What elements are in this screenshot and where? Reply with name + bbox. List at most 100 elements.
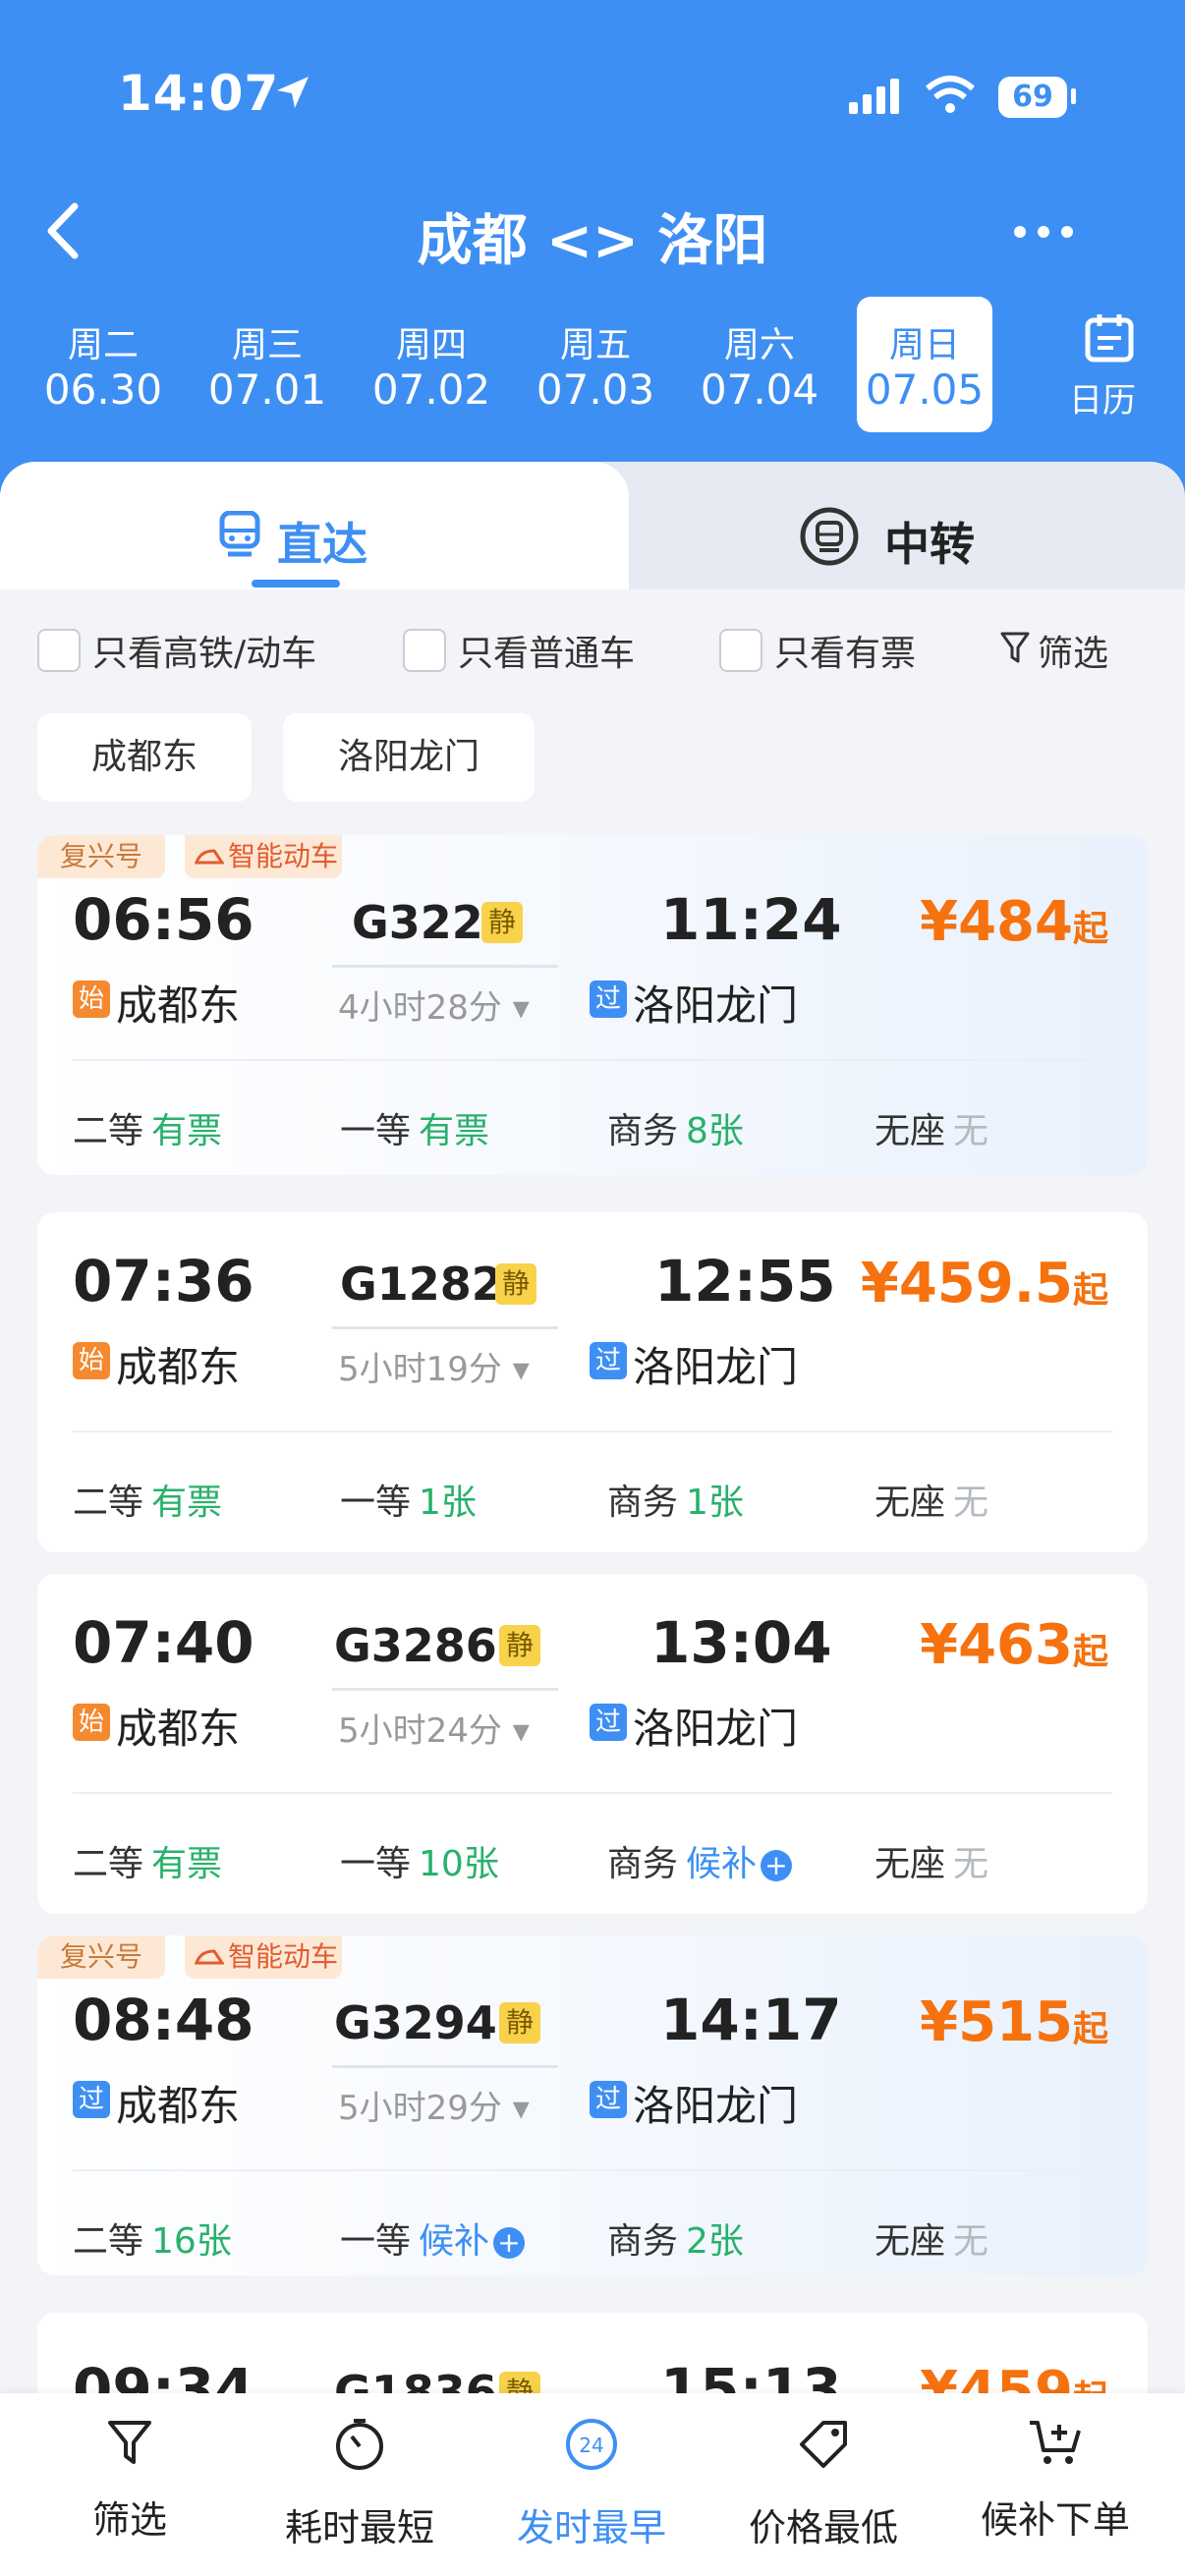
bottom-shortest-label: 耗时最短 [284, 2506, 434, 2549]
checkbox-hsr-label[interactable]: 只看高铁/动车 [92, 625, 316, 676]
seat-standing: 无座无 [875, 1111, 989, 1151]
seat-business: 商务 8张 [607, 1111, 744, 1151]
from-station: 成都东 [116, 1705, 241, 1753]
bottom-waitlist-button[interactable]: 候补下单 [947, 2411, 1163, 2542]
from-station: 成都东 [116, 2082, 241, 2130]
date-weekday: 周六 [723, 325, 795, 365]
date-item[interactable]: 周二 06.30 [35, 297, 171, 432]
to-station: 洛阳龙门 [633, 1705, 799, 1753]
tab-transfer[interactable]: 中转 [884, 509, 975, 574]
bottom-filter-label: 筛选 [91, 2498, 167, 2542]
duration-line [332, 1326, 558, 1329]
seat-standing: 无座无 [875, 1844, 989, 1884]
bottom-shortest-button[interactable]: 耗时最短 [252, 2411, 468, 2549]
filter-link[interactable]: 筛选 [1038, 625, 1108, 676]
bottom-waitlist-label: 候补下单 [980, 2498, 1130, 2542]
date-value: 06.30 [43, 365, 163, 414]
duration: 5小时24分 ▾ [338, 1711, 530, 1751]
stopwatch-icon [336, 2419, 383, 2470]
from-station: 成都东 [116, 1343, 241, 1391]
signal-icon [849, 79, 899, 114]
date-item-selected[interactable]: 周日 07.05 [857, 297, 992, 432]
wifi-icon [926, 76, 975, 113]
smart-emu-label: 智能动车 [228, 1940, 339, 1973]
emu-icon [195, 849, 224, 865]
duration-line [332, 965, 558, 968]
checkbox-available-label[interactable]: 只看有票 [774, 625, 916, 676]
checkbox-hsr[interactable] [37, 629, 81, 672]
calendar-icon [1085, 314, 1134, 363]
seat-first: 一等 10张 [340, 1844, 499, 1884]
date-item[interactable]: 周六 07.04 [692, 297, 827, 432]
bottom-earliest-button[interactable]: 24 发时最早 [483, 2411, 700, 2549]
pass-tag: 过 [590, 2081, 627, 2118]
location-arrow-icon [277, 77, 309, 108]
seat-first: 一等 1张 [340, 1483, 477, 1523]
date-value: 07.05 [865, 365, 985, 414]
card-divider [73, 2169, 1112, 2171]
more-icon[interactable] [1012, 224, 1075, 240]
page-title: 成都 <> 洛阳 [417, 209, 768, 273]
bottom-earliest-label: 发时最早 [516, 2506, 666, 2549]
price: ¥459.5起 [860, 1252, 1108, 1316]
checkbox-normal-label[interactable]: 只看普通车 [458, 625, 635, 676]
bottom-cheapest-label: 价格最低 [748, 2506, 898, 2549]
checkbox-normal[interactable] [403, 629, 446, 672]
seat-second: 二等 有票 [73, 1111, 223, 1151]
tab-direct[interactable]: 直达 [277, 509, 367, 574]
date-weekday: 周四 [395, 325, 467, 365]
card-divider [73, 1059, 1112, 1061]
svg-text:24: 24 [579, 2434, 603, 2457]
seat-first: 一等 有票 [340, 1111, 490, 1151]
seat-first[interactable]: 一等 候补 + [340, 2212, 526, 2264]
seat-standing: 无座无 [875, 1483, 989, 1523]
train-card[interactable]: 07:40 G3286 静 5小时24分 ▾ 13:04 ¥463起 始 成都东… [37, 1574, 1148, 1914]
station-chip-from[interactable]: 成都东 [37, 713, 252, 802]
train-number: G3294 [334, 1996, 497, 2049]
quiet-badge: 静 [495, 1263, 536, 1305]
quiet-badge: 静 [499, 2002, 540, 2044]
origin-tag: 始 [73, 1342, 110, 1379]
duration-line [332, 1688, 558, 1691]
bottom-cheapest-button[interactable]: 价格最低 [715, 2411, 931, 2549]
to-station: 洛阳龙门 [633, 1343, 799, 1391]
train-card[interactable]: 07:36 G1282 静 5小时19分 ▾ 12:55 ¥459.5起 始 成… [37, 1212, 1148, 1552]
depart-time: 08:48 [73, 1987, 254, 2053]
bottom-filter-button[interactable]: 筛选 [22, 2411, 238, 2542]
date-item[interactable]: 周三 07.01 [199, 297, 335, 432]
train-card[interactable]: 复兴号 智能动车 06:56 G322 静 4小时28分 ▾ 11:24 ¥48… [37, 835, 1148, 1175]
quiet-badge: 静 [499, 1625, 540, 1666]
depart-time: 07:36 [73, 1248, 254, 1315]
arrive-time: 12:55 [654, 1248, 836, 1315]
filter-icon[interactable] [1000, 631, 1030, 666]
seat-standing: 无座无 [875, 2221, 989, 2262]
price: ¥484起 [920, 890, 1108, 954]
train-number: G1282 [340, 1258, 503, 1311]
date-item[interactable]: 周四 07.02 [364, 297, 499, 432]
pass-tag: 过 [73, 2081, 110, 2118]
price: ¥515起 [920, 1990, 1108, 2054]
calendar-button[interactable]: 日历 [1063, 312, 1142, 420]
date-weekday: 周三 [231, 325, 303, 365]
fuxing-badge: 复兴号 [37, 835, 165, 878]
waitlist-plus-icon[interactable]: + [761, 1850, 793, 1881]
seat-business[interactable]: 商务 候补 + [607, 1835, 793, 1886]
train-number: G322 [352, 896, 483, 949]
emu-icon [195, 1949, 224, 1965]
waitlist-plus-icon[interactable]: + [493, 2227, 526, 2259]
date-strip: 周二 06.30 周三 07.01 周四 07.02 周五 07.03 周六 07.04 … [0, 297, 1185, 434]
station-chip-to[interactable]: 洛阳龙门 [283, 713, 535, 802]
train-card[interactable]: 复兴号 智能动车 08:48 G3294 静 5小时29分 ▾ 14:17 ¥5… [37, 1935, 1148, 2275]
checkbox-available[interactable] [719, 629, 762, 672]
pass-tag: 过 [590, 980, 627, 1018]
train-number: G3286 [334, 1619, 497, 1672]
seat-business: 商务 2张 [607, 2221, 744, 2262]
date-item[interactable]: 周五 07.03 [528, 297, 663, 432]
seat-second: 二等 有票 [73, 1844, 223, 1884]
battery-indicator: 69 [998, 77, 1067, 118]
battery-tip [1071, 88, 1076, 104]
price-tag-icon [800, 2421, 847, 2468]
quiet-badge: 静 [481, 902, 523, 943]
price: ¥463起 [920, 1613, 1108, 1677]
arrive-time: 14:17 [660, 1987, 842, 2053]
